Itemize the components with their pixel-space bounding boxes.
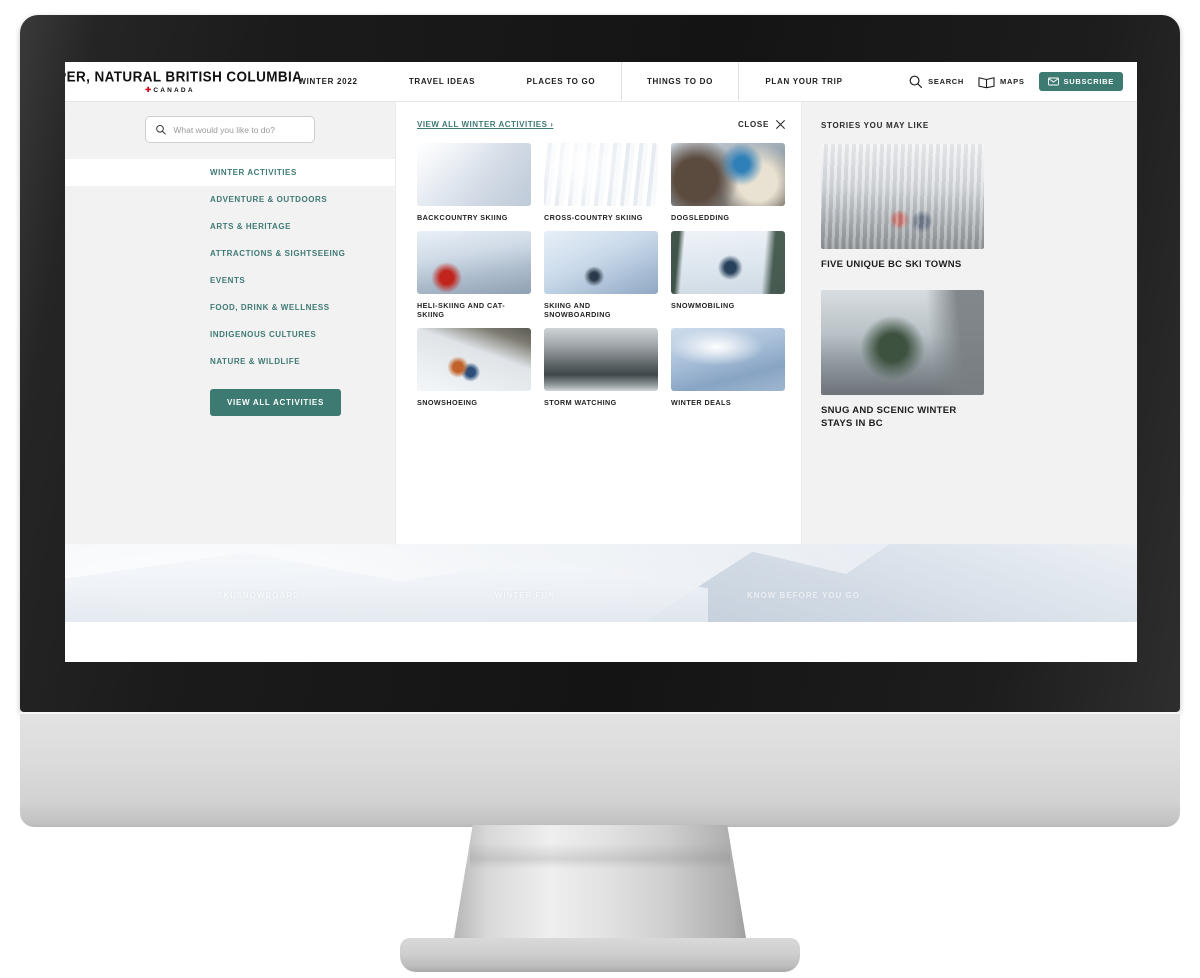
stories-heading: STORIES YOU MAY LIKE xyxy=(821,121,929,130)
hero-subnav-item-know-before-you-go[interactable]: KNOW BEFORE YOU GO xyxy=(747,591,860,600)
logo-country-label: CANADA xyxy=(153,87,195,94)
activity-tile-snowmobiling[interactable]: SNOWMOBILING xyxy=(671,231,785,319)
search-button[interactable]: SEARCH xyxy=(908,74,964,89)
close-icon xyxy=(776,120,785,129)
close-menu-button[interactable]: CLOSE xyxy=(738,120,785,129)
sidebar-item-events[interactable]: EVENTS xyxy=(65,267,395,294)
mega-menu-sidebar: WINTER ACTIVITIES ADVENTURE & OUTDOORS A… xyxy=(65,102,395,544)
activity-tile-label: BACKCOUNTRY SKIING xyxy=(417,213,508,222)
activity-tile-dogsledding[interactable]: DOGSLEDDING xyxy=(671,143,785,222)
activity-tile-storm-watching[interactable]: STORM WATCHING xyxy=(544,328,658,407)
main-navigation: WINTER 2022 TRAVEL IDEAS PLACES TO GO TH… xyxy=(273,62,908,101)
nav-tab-things-to-do[interactable]: THINGS TO DO xyxy=(621,62,739,101)
monitor-scene: SKI/SNOWBOARD WINTER FUN KNOW BEFORE YOU… xyxy=(0,0,1200,978)
hero-subnav-item-winter-fun[interactable]: WINTER FUN xyxy=(495,591,555,600)
maps-button-label: MAPS xyxy=(1000,77,1025,86)
hero-subnav-item-ski-snowboard[interactable]: SKI/SNOWBOARD xyxy=(217,591,300,600)
category-list: WINTER ACTIVITIES ADVENTURE & OUTDOORS A… xyxy=(65,159,395,375)
story-title: SNUG AND SCENIC WINTER STAYS IN BC xyxy=(821,404,957,429)
activity-thumbnail xyxy=(671,143,785,206)
story-card-five-unique-bc-ski-towns[interactable]: FIVE UNIQUE BC SKI TOWNS xyxy=(821,144,1115,272)
activity-tile-backcountry-skiing[interactable]: BACKCOUNTRY SKIING xyxy=(417,143,531,222)
activity-tile-label: SNOWSHOEING xyxy=(417,398,478,407)
story-card-snug-and-scenic-winter-stays-in-bc[interactable]: SNUG AND SCENIC WINTER STAYS IN BC xyxy=(821,289,1115,431)
activity-thumbnail xyxy=(671,328,785,391)
search-button-label: SEARCH xyxy=(928,77,965,86)
page-chrome: SUPER, NATURAL BRITISH COLUMBIA ✚CANADA … xyxy=(65,62,1137,544)
sidebar-item-indigenous-cultures[interactable]: INDIGENOUS CULTURES xyxy=(65,321,395,348)
activity-tile-label: SNOWMOBILING xyxy=(671,301,735,310)
sidebar-search-row xyxy=(65,116,395,159)
activity-thumbnail xyxy=(417,143,531,206)
search-icon xyxy=(156,124,166,135)
nav-tab-travel-ideas[interactable]: TRAVEL IDEAS xyxy=(383,62,501,101)
site-logo[interactable]: SUPER, NATURAL BRITISH COLUMBIA ✚CANADA xyxy=(65,62,302,101)
view-all-winter-activities-link[interactable]: VIEW ALL WINTER ACTIVITIES › xyxy=(417,120,553,129)
stories-panel: STORIES YOU MAY LIKE FIVE UNIQUE BC SKI … xyxy=(802,102,1137,544)
maps-button[interactable]: MAPS xyxy=(978,75,1024,89)
story-title: FIVE UNIQUE BC SKI TOWNS xyxy=(821,259,962,270)
activity-thumbnail xyxy=(417,328,531,391)
nav-tab-winter-2022[interactable]: WINTER 2022 xyxy=(273,62,383,101)
activity-thumbnail xyxy=(544,143,658,206)
activity-tile-label: WINTER DEALS xyxy=(671,398,732,407)
activity-thumbnail xyxy=(544,328,658,391)
activity-tile-label: STORM WATCHING xyxy=(544,398,617,407)
activity-tile-label: CROSS-COUNTRY SKIING xyxy=(544,213,643,222)
map-icon xyxy=(978,76,995,88)
activity-thumbnail xyxy=(671,231,785,294)
sidebar-item-nature-wildlife[interactable]: NATURE & WILDLIFE xyxy=(65,348,395,375)
mega-menu-panel: WINTER ACTIVITIES ADVENTURE & OUTDOORS A… xyxy=(65,102,1137,544)
sidebar-item-adventure-outdoors[interactable]: ADVENTURE & OUTDOORS xyxy=(65,186,395,213)
activity-search-box[interactable] xyxy=(145,116,315,143)
activity-tile-cross-country-skiing[interactable]: CROSS-COUNTRY SKIING xyxy=(544,143,658,222)
activity-tile-snowshoeing[interactable]: SNOWSHOEING xyxy=(417,328,531,407)
nav-tab-plan-your-trip[interactable]: PLAN YOUR TRIP xyxy=(739,62,869,101)
story-thumbnail xyxy=(821,289,984,395)
story-thumbnail xyxy=(821,144,984,249)
activity-tile-grid: BACKCOUNTRY SKIING CROSS-COUNTRY SKIING … xyxy=(417,143,785,407)
sidebar-item-winter-activities[interactable]: WINTER ACTIVITIES xyxy=(65,159,395,186)
monitor-screen: SKI/SNOWBOARD WINTER FUN KNOW BEFORE YOU… xyxy=(65,62,1137,662)
subscribe-button-label: SUBSCRIBE xyxy=(1063,77,1114,86)
activity-tile-label: HELI-SKIING AND CAT-SKIING xyxy=(417,301,506,319)
sidebar-item-food-drink-wellness[interactable]: FOOD, DRINK & WELLNESS xyxy=(65,294,395,321)
close-menu-label: CLOSE xyxy=(737,120,769,129)
search-icon xyxy=(909,75,923,89)
subscribe-button[interactable]: SUBSCRIBE xyxy=(1038,72,1123,91)
sidebar-item-attractions-sightseeing[interactable]: ATTRACTIONS & SIGHTSEEING xyxy=(65,240,395,267)
nav-tab-places-to-go[interactable]: PLACES TO GO xyxy=(501,62,621,101)
envelope-icon xyxy=(1047,77,1059,86)
header-utilities: SEARCH MAPS SUBSCRIBE xyxy=(908,62,1137,101)
hero-subnav: SKI/SNOWBOARD WINTER FUN KNOW BEFORE YOU… xyxy=(65,591,1137,600)
view-all-activities-button[interactable]: VIEW ALL ACTIVITIES xyxy=(210,389,342,416)
site-header: SUPER, NATURAL BRITISH COLUMBIA ✚CANADA … xyxy=(65,62,1137,102)
activity-tile-winter-deals[interactable]: WINTER DEALS xyxy=(671,328,785,407)
activity-tile-label: DOGSLEDDING xyxy=(671,213,730,222)
activity-search-input[interactable] xyxy=(173,124,305,135)
sidebar-item-arts-heritage[interactable]: ARTS & HERITAGE xyxy=(65,213,395,240)
content-header: VIEW ALL WINTER ACTIVITIES › CLOSE xyxy=(417,120,785,129)
logo-subtext: ✚CANADA xyxy=(145,86,194,94)
activity-tile-skiing-and-snowboarding[interactable]: SKIING AND SNOWBOARDING xyxy=(544,231,658,319)
monitor-stand-base xyxy=(400,938,800,972)
activity-thumbnail xyxy=(417,231,531,294)
activity-thumbnail xyxy=(544,231,658,294)
activity-tile-label: SKIING AND SNOWBOARDING xyxy=(544,301,611,319)
mega-menu-content: VIEW ALL WINTER ACTIVITIES › CLOSE BACKC… xyxy=(395,102,802,544)
view-all-activities-row: VIEW ALL ACTIVITIES xyxy=(65,375,395,416)
activity-tile-heli-skiing-and-cat-skiing[interactable]: HELI-SKIING AND CAT-SKIING xyxy=(417,231,531,319)
logo-wordmark: SUPER, NATURAL BRITISH COLUMBIA xyxy=(65,68,303,85)
monitor-stand-neck xyxy=(452,825,748,950)
monitor-chin xyxy=(20,712,1180,827)
